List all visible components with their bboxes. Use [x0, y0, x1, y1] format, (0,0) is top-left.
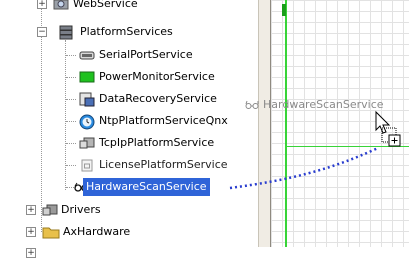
expand-toggle[interactable]: +: [26, 205, 36, 215]
tree-item-partial[interactable]: +: [0, 243, 258, 263]
tcpip-icon: [79, 136, 95, 150]
expand-toggle[interactable]: +: [26, 248, 36, 258]
drag-ghost-label: HardwareScanService: [263, 98, 384, 111]
tree-item-label: SerialPortService: [99, 48, 193, 61]
drag-ghost: HardwareScanService: [245, 98, 384, 111]
drag-copy-cursor-icon: [374, 110, 408, 150]
folder-icon: [42, 225, 60, 239]
tree-item-label: Drivers: [61, 203, 101, 216]
tree-item-tcpip-platform-service[interactable]: TcpIpPlatformService: [0, 133, 258, 153]
server-stack-icon: [59, 25, 75, 40]
data-recovery-icon: [79, 92, 95, 107]
tree-item-license-platform-service[interactable]: LicensePlatformService: [0, 155, 258, 175]
tree-item-label: TcpIpPlatformService: [99, 136, 215, 149]
tree-item-ntp-platform-service-qnx[interactable]: NtpPlatformServiceQnx: [0, 111, 258, 131]
expand-toggle[interactable]: +: [37, 0, 47, 9]
tree-item-label: PowerMonitorService: [99, 70, 215, 83]
tree-connector: [66, 99, 76, 100]
tree-item-label: LicensePlatformService: [99, 158, 228, 171]
serial-port-icon: [79, 48, 95, 62]
tree-item-label: DataRecoveryService: [99, 92, 217, 105]
tree-item-data-recovery-service[interactable]: DataRecoveryService: [0, 89, 258, 109]
expand-toggle[interactable]: +: [26, 227, 36, 237]
pane-splitter[interactable]: [258, 0, 271, 247]
tree-connector: [66, 55, 76, 56]
tree-connector: [66, 77, 76, 78]
tree-connector: [66, 165, 76, 166]
tree-item-webservice[interactable]: + WebService: [0, 0, 258, 14]
tree-item-label-selected: HardwareScanService: [83, 178, 210, 196]
tree-item-hardware-scan-service[interactable]: HardwareScanService: [0, 177, 258, 197]
tree-item-label: WebService: [73, 0, 138, 10]
canvas-marker: [282, 4, 286, 16]
tree-item-drivers[interactable]: + Drivers: [0, 200, 258, 220]
tree-connector: [66, 143, 76, 144]
drivers-icon: [42, 203, 58, 217]
tree-connector: [66, 121, 76, 122]
web-service-icon: [53, 0, 69, 11]
tree-item-label: PlatformServices: [80, 25, 173, 38]
tree-item-label: AxHardware: [63, 225, 131, 238]
tree-item-platform-services[interactable]: − PlatformServices: [0, 22, 258, 42]
tree-item-label: NtpPlatformServiceQnx: [99, 114, 228, 127]
canvas-boundary-line: [285, 0, 287, 247]
tree-item-ax-hardware[interactable]: + AxHardware: [0, 222, 258, 242]
tree-item-serial-port-service[interactable]: SerialPortService: [0, 45, 258, 65]
power-monitor-icon: [79, 70, 95, 84]
tree-item-power-monitor-service[interactable]: PowerMonitorService: [0, 67, 258, 87]
tree-pane[interactable]: + WebService − PlatformServices SerialPo…: [0, 0, 258, 258]
license-icon: [79, 158, 95, 172]
ntp-clock-icon: [79, 114, 95, 130]
collapse-toggle[interactable]: −: [37, 27, 47, 37]
glasses-icon: [245, 98, 259, 111]
